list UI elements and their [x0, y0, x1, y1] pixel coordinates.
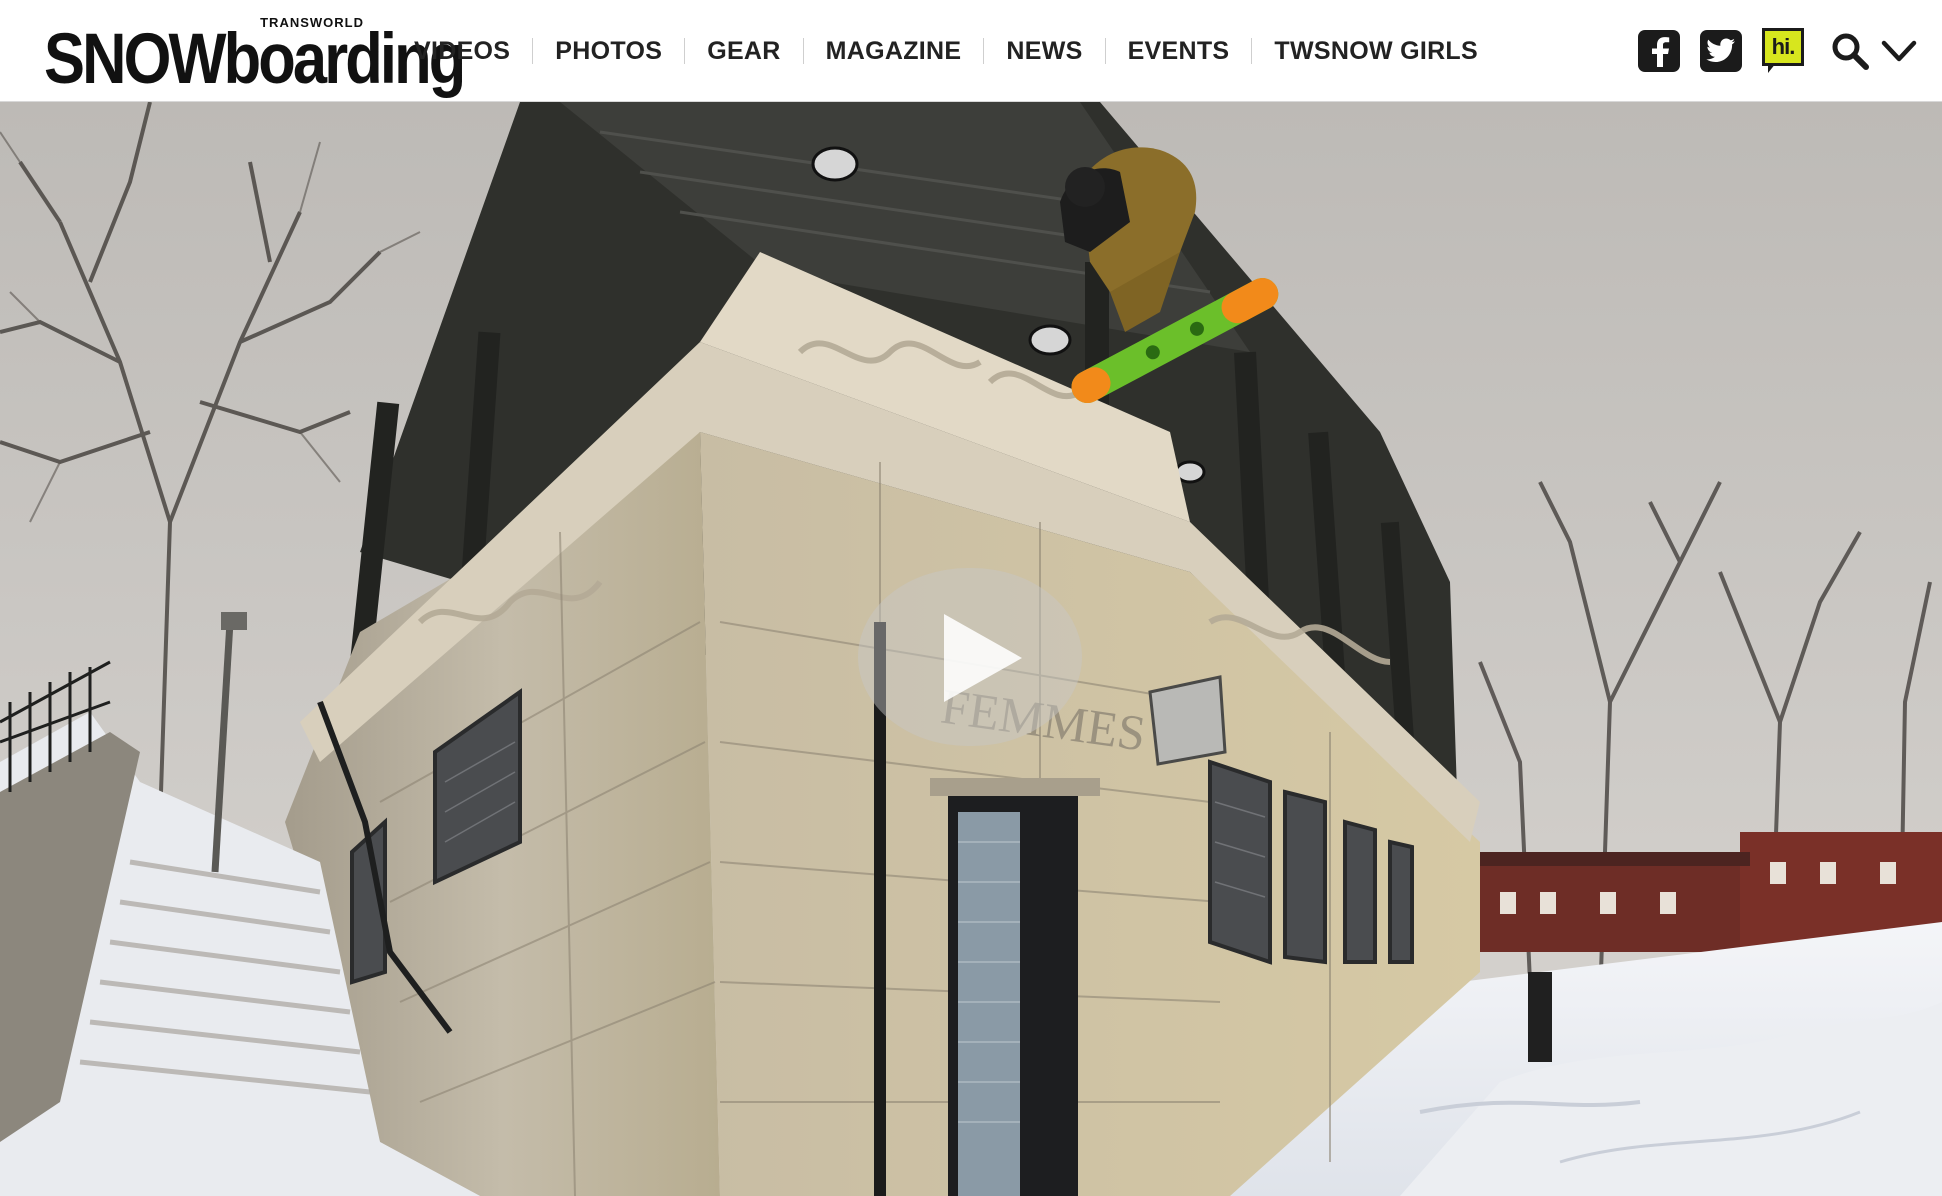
hi-label: hi. — [1762, 28, 1804, 66]
logo-transworld-text: TRANSWORLD — [260, 15, 364, 30]
play-icon — [944, 614, 1022, 702]
nav-link-news[interactable]: NEWS — [984, 37, 1104, 66]
nav-item-news: NEWS — [984, 0, 1106, 102]
hi-icon[interactable]: hi. — [1762, 28, 1804, 74]
nav-link-magazine[interactable]: MAGAZINE — [804, 37, 984, 66]
twitter-icon[interactable] — [1700, 30, 1742, 72]
nav-link-events[interactable]: EVENTS — [1106, 37, 1252, 66]
nav-item-twsnow-girls: TWSNOW GIRLS — [1252, 0, 1500, 102]
nav-link-photos[interactable]: PHOTOS — [533, 37, 684, 66]
site-header: SNOWboarding TRANSWORLD VIDEOS PHOTOS GE… — [0, 0, 1942, 102]
nav-item-gear: GEAR — [685, 0, 804, 102]
facebook-glyph — [1652, 37, 1670, 67]
nav-item-videos: VIDEOS — [392, 0, 534, 102]
nav-link-gear[interactable]: GEAR — [685, 37, 802, 66]
nav-link-twsnow-girls[interactable]: TWSNOW GIRLS — [1252, 37, 1500, 66]
main-nav: VIDEOS PHOTOS GEAR MAGAZINE NEWS EVENTS … — [392, 0, 1500, 102]
logo-snow-text: SNOW — [44, 18, 226, 99]
hero-video[interactable]: FEMMES — [0, 102, 1942, 1196]
nav-item-events: EVENTS — [1106, 0, 1253, 102]
facebook-icon[interactable] — [1638, 30, 1680, 72]
twitter-glyph — [1706, 38, 1735, 62]
header-icons: hi. — [1618, 0, 1918, 102]
nav-link-videos[interactable]: VIDEOS — [392, 37, 532, 66]
chevron-down-icon[interactable] — [1880, 31, 1918, 71]
hi-speech-tail — [1768, 63, 1776, 73]
nav-item-magazine: MAGAZINE — [804, 0, 985, 102]
search-icon[interactable] — [1830, 31, 1870, 71]
play-button[interactable] — [858, 568, 1082, 746]
site-logo[interactable]: SNOWboarding TRANSWORLD — [44, 15, 466, 99]
nav-item-photos: PHOTOS — [533, 0, 686, 102]
